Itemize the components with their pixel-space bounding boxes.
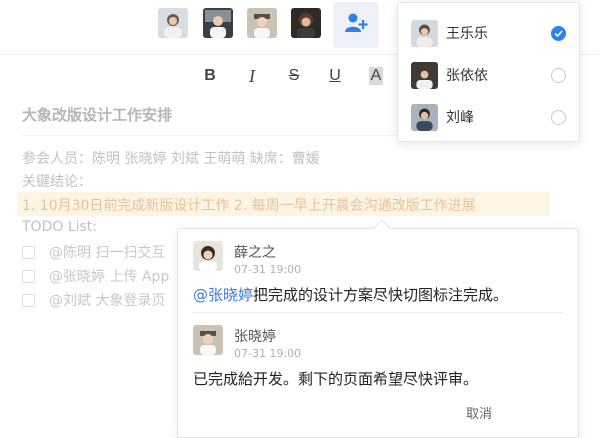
mention-link[interactable]: @张晓婷: [193, 286, 253, 304]
collaborator-option[interactable]: 张依依: [398, 53, 581, 97]
check-icon[interactable]: [551, 25, 566, 41]
collaborator-name: 王乐乐: [446, 26, 488, 42]
collaborator-avatar-1[interactable]: [158, 8, 188, 38]
user-avatar-icon: [411, 103, 438, 131]
collaborator-name: 张依依: [446, 68, 488, 84]
user-avatar-icon: [411, 61, 438, 89]
comment-time: 07-31 19:00: [234, 263, 302, 276]
collaborator-option[interactable]: 王乐乐: [398, 11, 581, 55]
comment-body: 已完成給开发。剩下的页面希望尽快评审。: [193, 370, 479, 388]
italic-button[interactable]: I: [240, 64, 264, 88]
bold-button[interactable]: B: [198, 64, 222, 88]
collaborator-option[interactable]: 刘峰: [398, 95, 581, 139]
collaborator-avatar-2[interactable]: [203, 8, 233, 38]
highlight-label: A: [368, 67, 384, 85]
underline-button[interactable]: U: [323, 64, 347, 88]
cancel-button[interactable]: 取消: [466, 403, 492, 422]
commenter-avatar: [193, 325, 223, 355]
user-avatar-icon: [411, 19, 438, 47]
collaborator-avatar-3[interactable]: [247, 8, 277, 38]
collaborator-avatar-4[interactable]: [291, 8, 321, 38]
add-collaborator-button[interactable]: [333, 2, 379, 48]
comment-text: 把完成的设计方案尽快切图标注完成。: [253, 286, 509, 304]
comment-author: 薛之之: [234, 245, 276, 261]
comment-time: 07-31 19:00: [234, 347, 302, 360]
comment-author: 张晓婷: [234, 329, 276, 345]
radio-unchecked-icon[interactable]: [551, 109, 566, 125]
commenter-avatar: [193, 241, 223, 271]
strikethrough-button[interactable]: S: [282, 64, 306, 88]
radio-unchecked-icon[interactable]: [551, 67, 566, 83]
collaborator-name: 刘峰: [446, 110, 474, 126]
highlight-button[interactable]: A: [364, 64, 388, 88]
add-user-icon: [344, 12, 368, 38]
collaborator-dropdown: 王乐乐 张依依 刘峰: [397, 2, 580, 142]
comment-divider: [193, 312, 563, 313]
comment-body: @张晓婷把完成的设计方案尽快切图标注完成。: [193, 284, 508, 305]
